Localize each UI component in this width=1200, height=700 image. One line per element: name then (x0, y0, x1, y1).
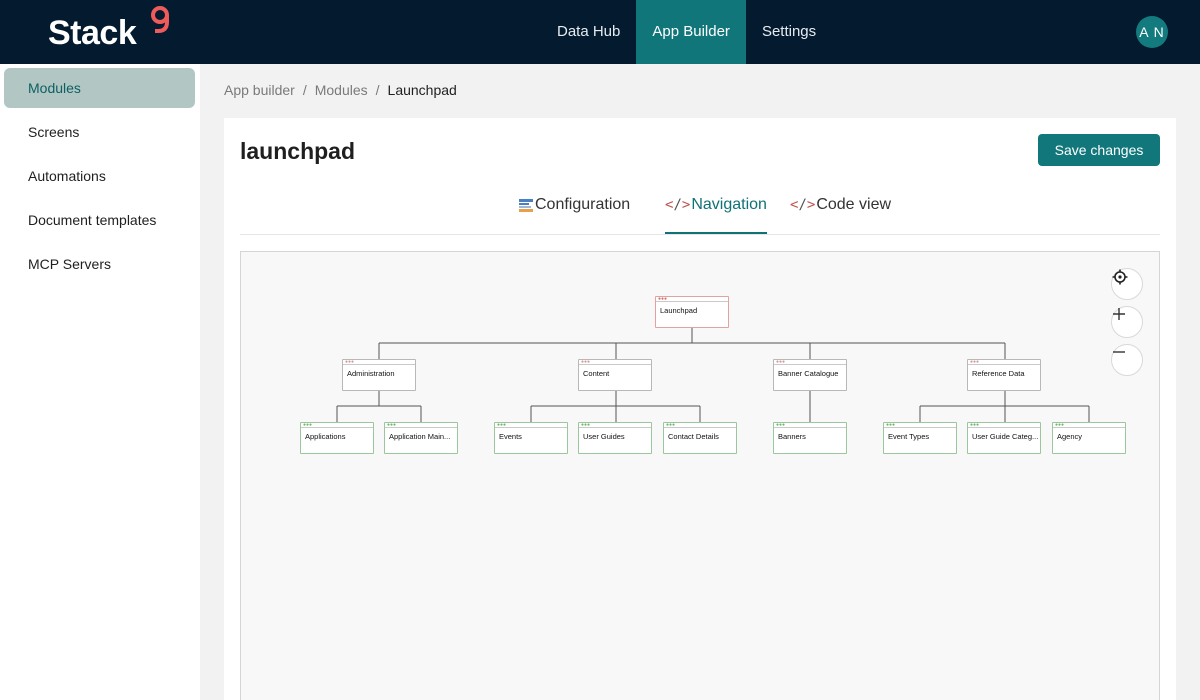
sidebar-item-automations[interactable]: Automations (4, 156, 195, 196)
minus-icon (1113, 351, 1125, 353)
node-label: Applications (305, 432, 346, 441)
page-title: launchpad (240, 138, 356, 164)
node-label: Application Main... (389, 432, 451, 441)
sidebar-item-modules[interactable]: Modules (4, 68, 195, 108)
breadcrumb-modules[interactable]: Modules (315, 82, 368, 98)
tab-configuration[interactable]: Configuration (518, 196, 630, 234)
tree-node-leaf[interactable]: ●●● Events (494, 422, 568, 454)
breadcrumb-separator: / (302, 82, 307, 98)
tree-node-group[interactable]: ●●● Banner Catalogue (773, 359, 847, 391)
node-label: Administration (347, 369, 395, 378)
sidebar-item-mcp-servers[interactable]: MCP Servers (4, 244, 195, 284)
breadcrumb: App builder / Modules / Launchpad (224, 82, 457, 98)
zoom-in-button[interactable] (1111, 306, 1143, 338)
node-label: User Guide Categ... (972, 432, 1039, 441)
zoom-out-button[interactable] (1111, 344, 1143, 376)
sidebar-item-document-templates[interactable]: Document templates (4, 200, 195, 240)
node-label: Reference Data (972, 369, 1025, 378)
code-icon: </> (665, 197, 691, 213)
navigation-canvas[interactable]: ●●● Launchpad ●●● Administration ●●● Con… (240, 251, 1160, 700)
breadcrumb-separator: / (375, 82, 380, 98)
sidebar-item-screens[interactable]: Screens (4, 112, 195, 152)
breadcrumb-app-builder[interactable]: App builder (224, 82, 295, 98)
tree-node-group[interactable]: ●●● Content (578, 359, 652, 391)
nav-app-builder[interactable]: App Builder (636, 0, 746, 64)
tree-node-root[interactable]: ●●● Launchpad (655, 296, 729, 328)
recenter-button[interactable] (1111, 268, 1143, 300)
node-label: Banners (778, 432, 806, 441)
tree-node-leaf[interactable]: ●●● User Guides (578, 422, 652, 454)
breadcrumb-current: Launchpad (387, 82, 457, 98)
node-label: Banner Catalogue (778, 369, 839, 378)
code-icon: </> (790, 197, 816, 213)
tree-node-group[interactable]: ●●● Reference Data (967, 359, 1041, 391)
main-card: launchpad Save changes Configuration </>… (224, 118, 1176, 700)
sidebar: Modules Screens Automations Document tem… (0, 64, 200, 700)
tab-code-view[interactable]: </> Code view (790, 196, 891, 234)
node-label: Contact Details (668, 432, 719, 441)
tree-node-leaf[interactable]: ●●● Contact Details (663, 422, 737, 454)
tab-bar: Configuration </> Navigation </> Code vi… (240, 188, 1160, 235)
tab-configuration-label: Configuration (535, 196, 631, 213)
node-label: Content (583, 369, 610, 378)
nav-settings[interactable]: Settings (746, 0, 832, 64)
tree-node-leaf[interactable]: ●●● Banners (773, 422, 847, 454)
config-icon (519, 199, 533, 212)
main-nav: Data Hub App Builder Settings (541, 0, 832, 64)
tree-node-leaf[interactable]: ●●● Application Main... (384, 422, 458, 454)
node-label: User Guides (583, 432, 625, 441)
nav-data-hub[interactable]: Data Hub (541, 0, 636, 64)
tree-node-group[interactable]: ●●● Administration (342, 359, 416, 391)
tree-node-leaf[interactable]: ●●● Applications (300, 422, 374, 454)
tab-navigation[interactable]: </> Navigation (665, 196, 767, 234)
node-label: Agency (1057, 432, 1083, 441)
node-label: Launchpad (660, 306, 698, 315)
avatar[interactable]: A N (1136, 16, 1168, 48)
tree-node-leaf[interactable]: ●●● Event Types (883, 422, 957, 454)
tree-node-leaf[interactable]: ●●● Agency (1052, 422, 1126, 454)
node-label: Event Types (888, 432, 930, 441)
tab-code-view-label: Code view (816, 196, 892, 213)
node-label: Events (499, 432, 522, 441)
save-button[interactable]: Save changes (1038, 134, 1160, 166)
tree-node-leaf[interactable]: ●●● User Guide Categ... (967, 422, 1041, 454)
tab-navigation-label: Navigation (691, 196, 767, 213)
plus-icon (1113, 308, 1125, 320)
logo-mark-icon (151, 6, 169, 33)
logo-text: Stack (48, 14, 137, 52)
top-bar: Stack Data Hub App Builder Settings A N (0, 0, 1200, 64)
crosshair-icon (1112, 269, 1128, 285)
